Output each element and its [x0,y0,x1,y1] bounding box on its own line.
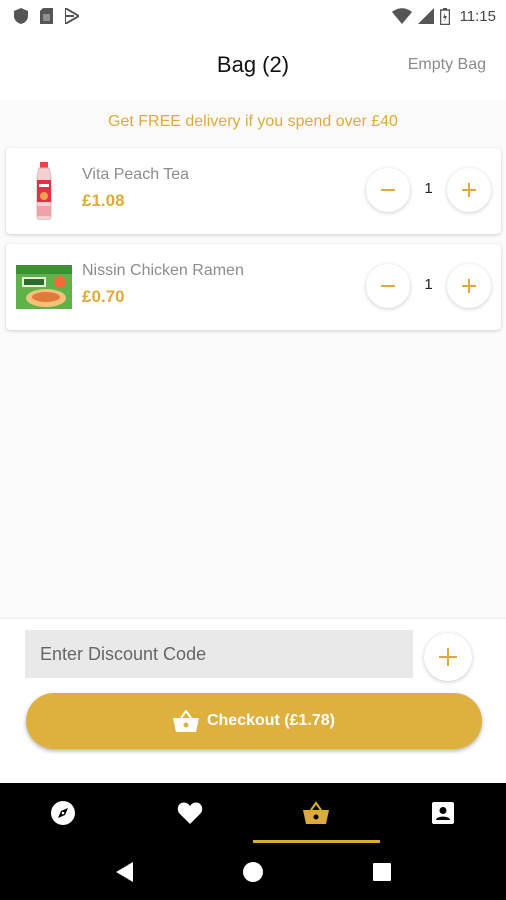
quantity-value: 1 [424,180,433,197]
increase-quantity-button[interactable] [447,168,491,212]
checkout-button[interactable]: Checkout (£1.78) [26,693,482,749]
heart-icon [177,802,202,824]
apply-discount-button[interactable] [424,633,472,681]
status-left [14,8,79,24]
discount-code-input[interactable] [25,630,413,678]
quantity-value: 1 [424,276,433,293]
checkout-label: Checkout (£1.78) [206,712,336,729]
header: Bag (2) Empty Bag [0,32,506,100]
minus-icon [381,285,395,287]
back-triangle-icon [116,861,134,882]
wifi-icon [391,8,412,24]
system-home-button[interactable] [233,852,273,892]
nav-favourites[interactable] [127,783,254,843]
system-back-button[interactable] [104,852,144,892]
decrease-quantity-button[interactable] [366,264,410,308]
item-name: Vita Peach Tea [82,166,190,183]
basket-icon [172,710,199,732]
shield-icon [14,8,28,24]
item-price: £1.08 [82,191,125,210]
bag-screen: 11:15 Bag (2) Empty Bag Get FREE deliver… [0,0,506,900]
signal-icon [417,8,434,24]
recents-square-icon [372,862,391,881]
status-time: 11:15 [459,7,496,25]
plus-icon [462,279,476,293]
bag-item[interactable]: Vita Peach Tea £1.08 1 [6,148,501,234]
nav-bag[interactable] [253,783,380,843]
ramen-pack-icon [16,258,72,316]
account-icon [431,802,454,824]
system-recents-button[interactable] [362,852,402,892]
status-bar: 11:15 [0,0,506,32]
bag-item[interactable]: Nissin Chicken Ramen £0.70 1 [6,244,501,330]
decrease-quantity-button[interactable] [366,168,410,212]
empty-bag-button[interactable]: Empty Bag [408,56,486,74]
status-right: 11:15 [391,7,496,25]
minus-icon [381,189,395,191]
bag-items-list: Vita Peach Tea £1.08 1 Nissin Chicken Ra… [6,148,501,340]
explore-icon [51,801,76,825]
bottom-navigation [0,783,506,843]
battery-icon [439,7,450,25]
sim-card-icon [40,8,53,24]
nav-account[interactable] [380,783,506,843]
play-store-icon [65,8,79,24]
home-circle-icon [242,861,263,882]
plus-icon [462,183,476,197]
plus-icon [439,648,457,666]
checkout-panel: Checkout (£1.78) [0,619,506,783]
item-name: Nissin Chicken Ramen [82,262,244,279]
item-price: £0.70 [82,287,125,306]
system-navigation-bar [0,843,506,900]
peach-tea-bottle-icon [16,162,72,220]
nav-explore[interactable] [0,783,127,843]
free-delivery-banner: Get FREE delivery if you spend over £40 [108,113,398,130]
basket-icon [303,801,330,824]
increase-quantity-button[interactable] [447,264,491,308]
